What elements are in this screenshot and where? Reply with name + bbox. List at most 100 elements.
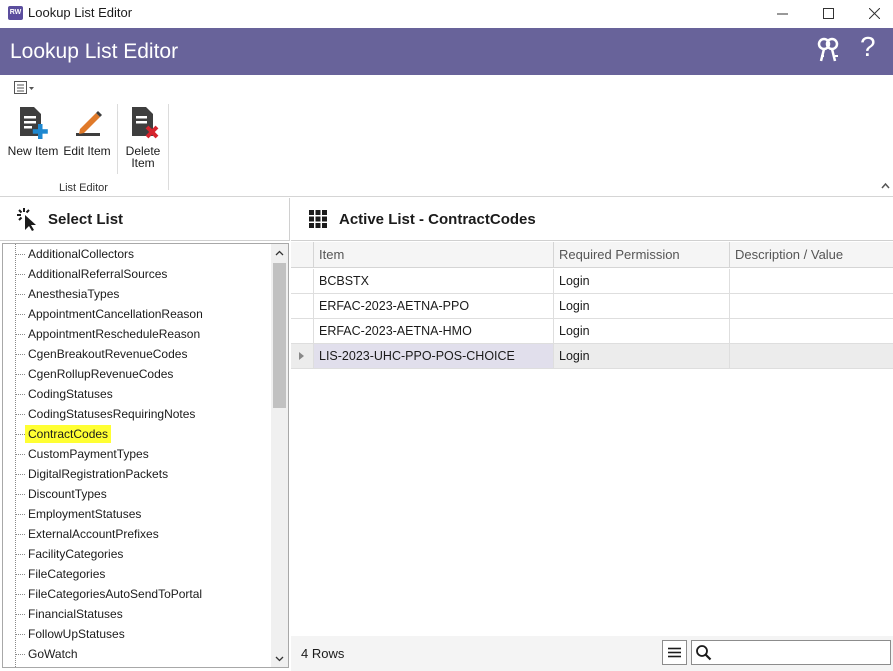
tree-item[interactable]: AdditionalReferralSources [3, 264, 269, 284]
active-list-title: Active List - ContractCodes [339, 211, 536, 228]
tree-item[interactable]: CgenBreakoutRevenueCodes [3, 344, 269, 364]
column-header-required-permission[interactable]: Required Permission [554, 242, 730, 268]
tree-item[interactable]: ContractCodes [3, 424, 269, 444]
tree-scrollbar[interactable] [271, 244, 288, 667]
tree-item[interactable]: AppointmentCancellationReason [3, 304, 269, 324]
scrollbar-thumb[interactable] [273, 263, 286, 408]
search-icon [695, 644, 712, 664]
tree-connector [15, 474, 25, 475]
tree-connector [15, 434, 25, 435]
app-header: Lookup List Editor [0, 28, 893, 75]
lookup-list-tree[interactable]: AdditionalCollectors AdditionalReferralSo… [2, 243, 289, 668]
minimize-button[interactable] [759, 0, 805, 27]
search-input[interactable] [714, 643, 886, 662]
keys-icon[interactable] [815, 37, 841, 66]
table-row[interactable]: BCBSTX Login [291, 269, 893, 294]
row-indicator-header [291, 242, 314, 268]
window-title-bar: RW Lookup List Editor [0, 0, 893, 27]
scroll-down-arrow-icon[interactable] [271, 650, 288, 667]
row-indicator-cell[interactable] [291, 294, 314, 318]
tree-connector [15, 554, 25, 555]
edit-pencil-icon [76, 111, 102, 136]
close-icon [868, 8, 880, 19]
app-icon: RW [8, 6, 23, 20]
collapse-ribbon-chevron-up-icon[interactable] [881, 178, 890, 192]
tree-item-label: DigitalRegistrationPackets [28, 467, 169, 481]
row-indicator-cell[interactable] [291, 269, 314, 293]
tree-item[interactable]: FileCategoriesAutoSendToPortal [3, 584, 269, 604]
table-row[interactable]: ERFAC-2023-AETNA-HMO Login [291, 319, 893, 344]
tree-item[interactable]: CgenRollupRevenueCodes [3, 364, 269, 384]
tree-connector [15, 594, 25, 595]
table-row[interactable]: LIS-2023-UHC-PPO-POS-CHOICE Login [291, 344, 893, 369]
tree-item-label: CgenBreakoutRevenueCodes [28, 347, 188, 361]
scroll-up-arrow-icon[interactable] [271, 244, 288, 261]
cell-required-permission[interactable]: Login [554, 319, 730, 343]
column-header-item[interactable]: Item [314, 242, 554, 268]
tree-item[interactable]: FinancialStatuses [3, 604, 269, 624]
edit-item-label: Edit Item [63, 144, 111, 158]
table-row[interactable]: ERFAC-2023-AETNA-PPO Login [291, 294, 893, 319]
tree-item-label: FollowUpStatuses [28, 627, 125, 641]
tree-item-label: CodingStatuses [28, 387, 113, 401]
tree-item-label: CodingStatusesRequiringNotes [28, 407, 196, 421]
row-indicator-cell[interactable] [291, 319, 314, 343]
grid-search-box[interactable] [691, 640, 891, 665]
tree-item-label: GoWatch [28, 647, 78, 661]
tree-item[interactable]: DiscountTypes [3, 484, 269, 504]
select-list-header: Select List [0, 198, 290, 241]
tree-connector [15, 454, 25, 455]
select-list-title: Select List [48, 211, 124, 228]
tree-item[interactable]: FileCategories [3, 564, 269, 584]
tree-item-label: ContractCodes [25, 425, 112, 443]
close-button[interactable] [851, 0, 893, 27]
cell-description[interactable] [730, 294, 893, 318]
pointer-click-icon [16, 207, 40, 234]
grid-menu-button[interactable] [662, 640, 687, 665]
tree-connector [15, 574, 25, 575]
tree-item[interactable]: AdditionalCollectors [3, 244, 269, 264]
tree-item-label: ExternalAccountPrefixes [28, 527, 159, 541]
window-title: Lookup List Editor [28, 5, 133, 20]
tree-item-label: AdditionalReferralSources [28, 267, 168, 281]
tree-item[interactable]: DigitalRegistrationPackets [3, 464, 269, 484]
column-header-description[interactable]: Description / Value [730, 242, 893, 268]
cell-description[interactable] [730, 269, 893, 293]
tree-item[interactable]: GoWatch [3, 644, 269, 664]
maximize-button[interactable] [805, 0, 851, 27]
cell-required-permission[interactable]: Login [554, 344, 730, 368]
quick-access-menu-icon[interactable] [14, 81, 36, 98]
cell-item[interactable]: LIS-2023-UHC-PPO-POS-CHOICE [314, 344, 554, 368]
cell-item[interactable]: ERFAC-2023-AETNA-HMO [314, 319, 554, 343]
tree-item[interactable]: AppointmentRescheduleReason [3, 324, 269, 344]
help-icon[interactable]: ? [860, 33, 876, 61]
delete-item-label-line2: Item [131, 156, 155, 170]
tree-item[interactable]: FollowUpStatuses [3, 624, 269, 644]
cell-description[interactable] [730, 344, 893, 368]
tree-item-label: FileCategories [28, 567, 106, 581]
edit-item-button[interactable]: Edit Item [62, 105, 112, 157]
delete-item-button[interactable]: Delete Item [120, 105, 166, 169]
row-indicator-cell[interactable] [291, 344, 314, 368]
tree-item[interactable]: ExternalAccountPrefixes [3, 524, 269, 544]
tree-item[interactable]: CodingStatuses [3, 384, 269, 404]
tree-item[interactable]: CustomPaymentTypes [3, 444, 269, 464]
active-list-header: Active List - ContractCodes [291, 198, 893, 241]
tree-item[interactable]: AnesthesiaTypes [3, 284, 269, 304]
cell-item[interactable]: ERFAC-2023-AETNA-PPO [314, 294, 554, 318]
cell-description[interactable] [730, 319, 893, 343]
tree-item[interactable]: EmploymentStatuses [3, 504, 269, 524]
current-row-arrow-icon [299, 352, 304, 360]
new-item-label: New Item [7, 144, 59, 158]
tree-item-label: AppointmentCancellationReason [28, 307, 203, 321]
tree-item[interactable]: CodingStatusesRequiringNotes [3, 404, 269, 424]
new-item-button[interactable]: New Item [6, 105, 60, 157]
tree-item-label: AppointmentRescheduleReason [28, 327, 201, 341]
cell-item[interactable]: BCBSTX [314, 269, 554, 293]
tree-item[interactable]: FacilityCategories [3, 544, 269, 564]
grid-header-row: Item Required Permission Description / V… [291, 242, 893, 268]
delete-document-icon [132, 107, 159, 139]
cell-required-permission[interactable]: Login [554, 269, 730, 293]
cell-required-permission[interactable]: Login [554, 294, 730, 318]
tree-item-label: EmploymentStatuses [28, 507, 142, 521]
